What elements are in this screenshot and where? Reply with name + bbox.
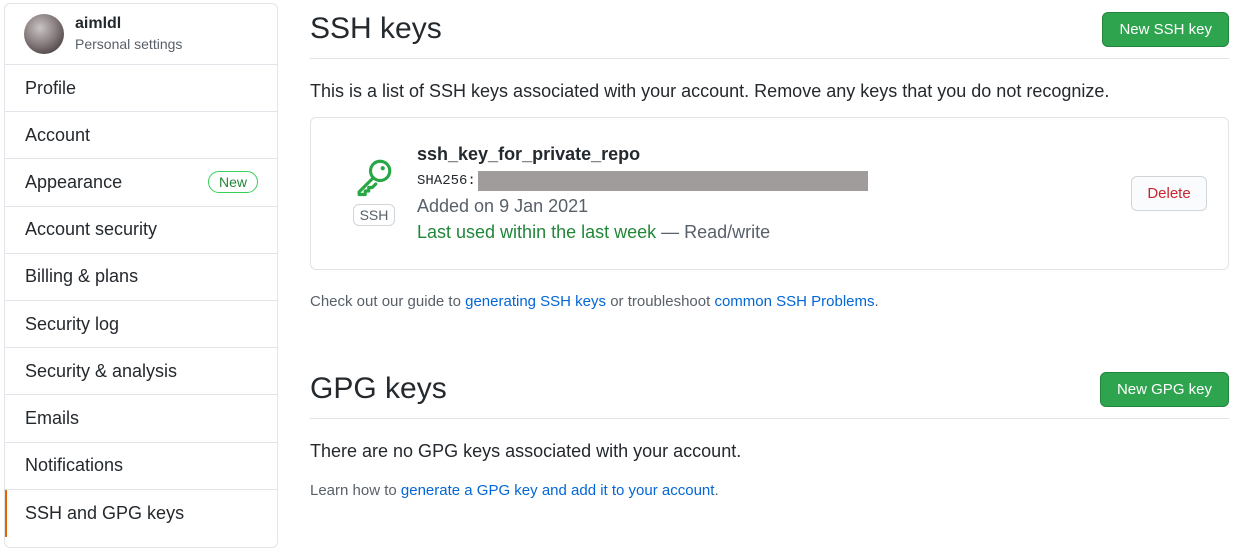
settings-sidebar: aimldl Personal settings Profile Account…	[4, 3, 278, 548]
ssh-key-fingerprint: SHA256:	[417, 171, 868, 191]
sidebar-item-label: Appearance	[25, 171, 123, 192]
sidebar-item-security-analysis[interactable]: Security & analysis	[5, 348, 277, 396]
user-info: aimldl Personal settings	[75, 14, 182, 54]
key-icon-group: SSH	[351, 156, 397, 226]
sidebar-item-ssh-gpg-keys[interactable]: SSH and GPG keys	[5, 489, 277, 538]
ssh-key-access: — Read/write	[656, 222, 771, 242]
user-header[interactable]: aimldl Personal settings	[5, 4, 277, 65]
sidebar-item-profile[interactable]: Profile	[5, 65, 277, 113]
sidebar-item-emails[interactable]: Emails	[5, 395, 277, 443]
sidebar-item-label: Account	[25, 124, 91, 145]
sidebar-item-label: Security & analysis	[25, 360, 178, 381]
ssh-key-added-date: Added on 9 Jan 2021	[417, 196, 589, 216]
common-ssh-problems-link[interactable]: common SSH Problems	[714, 293, 874, 310]
sidebar-item-label: Notifications	[25, 455, 124, 476]
fingerprint-label: SHA256:	[417, 173, 476, 189]
ssh-help-suffix: .	[874, 293, 879, 310]
ssh-intro-text: This is a list of SSH keys associated wi…	[310, 81, 1110, 101]
sidebar-item-label: Emails	[25, 407, 80, 428]
sidebar-item-security-log[interactable]: Security log	[5, 301, 277, 349]
sidebar-item-billing[interactable]: Billing & plans	[5, 254, 277, 301]
generate-gpg-key-link[interactable]: generate a GPG key and add it to your ac…	[401, 482, 715, 499]
user-name[interactable]: aimldl	[75, 14, 182, 34]
gpg-section-title: GPG keys	[310, 372, 447, 405]
user-subtitle: Personal settings	[75, 36, 183, 52]
ssh-section-header: SSH keys New SSH key	[310, 0, 1229, 59]
ssh-key-details: ssh_key_for_private_repo SHA256: Added o…	[417, 143, 868, 243]
delete-ssh-key-button[interactable]: Delete	[1131, 176, 1207, 211]
sidebar-item-label: SSH and GPG keys	[25, 502, 185, 523]
sidebar-item-account-security[interactable]: Account security	[5, 207, 277, 254]
new-gpg-key-button[interactable]: New GPG key	[1099, 371, 1229, 407]
sidebar-item-notifications[interactable]: Notifications	[5, 443, 277, 490]
gpg-help-text: Learn how to generate a GPG key and add …	[310, 482, 1229, 499]
new-badge: New	[207, 171, 258, 194]
ssh-help-middle: or troubleshoot	[606, 293, 715, 310]
ssh-help-text: Check out our guide to generating SSH ke…	[310, 293, 1229, 310]
ssh-section-title: SSH keys	[310, 12, 442, 45]
ssh-type-badge: SSH	[352, 204, 396, 226]
ssh-help-prefix: Check out our guide to	[310, 293, 466, 310]
gpg-empty-text: There are no GPG keys associated with yo…	[310, 441, 742, 461]
avatar[interactable]	[24, 14, 64, 54]
sidebar-item-label: Billing & plans	[25, 266, 139, 287]
ssh-key-item: SSH ssh_key_for_private_repo SHA256: Add…	[310, 117, 1229, 270]
ssh-key-usage: Last used within the last week — Read/wr…	[417, 221, 868, 243]
sidebar-item-label: Account security	[25, 219, 158, 240]
sidebar-item-appearance[interactable]: Appearance New	[5, 159, 277, 207]
ssh-key-name: ssh_key_for_private_repo	[417, 144, 641, 164]
key-icon	[357, 159, 392, 197]
new-ssh-key-button[interactable]: New SSH key	[1102, 11, 1229, 47]
redacted-fingerprint	[477, 171, 868, 191]
gpg-help-suffix: .	[714, 482, 719, 499]
gpg-help-prefix: Learn how to	[310, 482, 401, 499]
main-content: SSH keys New SSH key This is a list of S…	[310, 0, 1229, 499]
generating-ssh-keys-link[interactable]: generating SSH keys	[465, 293, 606, 310]
sidebar-item-label: Security log	[25, 313, 120, 334]
ssh-key-last-used: Last used within the last week	[417, 222, 657, 242]
sidebar-item-label: Profile	[25, 77, 77, 98]
sidebar-item-account[interactable]: Account	[5, 112, 277, 160]
gpg-section-header: GPG keys New GPG key	[310, 360, 1229, 419]
